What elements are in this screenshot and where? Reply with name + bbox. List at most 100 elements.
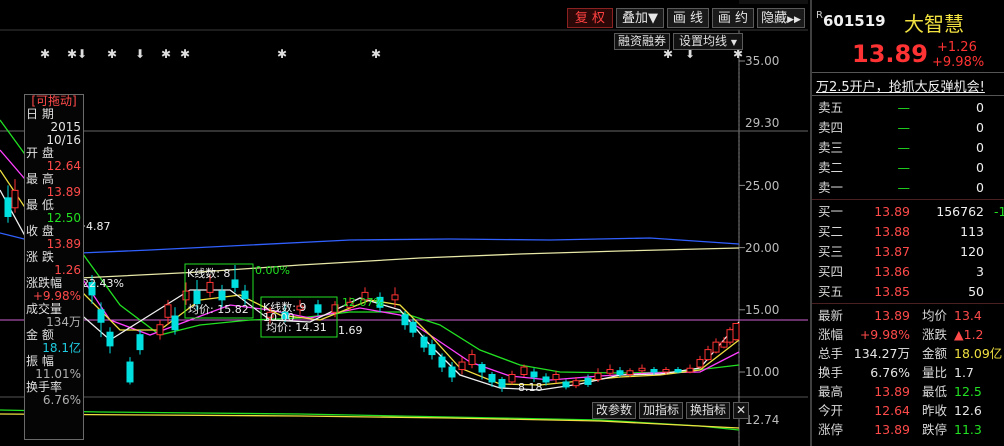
candle-body	[182, 290, 190, 301]
order-c2: 113	[960, 224, 984, 239]
stat-row: 最高 13.89 最低 12.5	[818, 383, 1004, 401]
overlay-button[interactable]: 叠加▼	[616, 8, 664, 28]
candle-body	[391, 294, 399, 301]
stat-field: 涨停	[818, 422, 844, 437]
modify-params-label: 改参数	[595, 403, 632, 417]
info-value: 6.76%	[42, 393, 81, 407]
fuquan-button[interactable]: 复 权	[567, 8, 613, 28]
divider	[812, 95, 1004, 96]
candle-body	[626, 370, 634, 375]
candle-body	[732, 322, 740, 341]
annotation-value: 4.87	[86, 220, 111, 233]
order-c1: 13.86	[874, 264, 910, 279]
order-c1: 13.85	[874, 284, 910, 299]
event-marker: ✱	[107, 47, 117, 61]
stat-row: 最新 13.89 均价 13.4	[818, 307, 1004, 325]
candle-body	[606, 369, 614, 374]
order-c1: 13.88	[874, 224, 910, 239]
ad-link[interactable]: 万2.5开户，抢抓大反弹机会!	[816, 76, 985, 95]
draw-line-button[interactable]: 画 线	[667, 8, 709, 28]
candle-body	[97, 309, 105, 323]
candle-body	[136, 334, 144, 351]
divider	[812, 303, 1004, 304]
info-items: 日 期 2015 10/16 开 盘 12.64 最 高 13.89 最 低 12.50 收 盘…	[25, 108, 83, 407]
candle-body	[674, 369, 682, 373]
stat-field: 昨收	[922, 403, 948, 418]
set-ma-label: 设置均线	[679, 34, 728, 48]
order-c1: —	[897, 180, 911, 195]
stat-row: 涨幅 +9.98% 涨跌 ▲1.2	[818, 326, 1004, 344]
order-row[interactable]: 卖五 — 0	[818, 99, 1004, 117]
candle-body	[584, 377, 592, 385]
quote-panel[interactable]: R 601519 大智慧 13.89 +1.26 +9.98% 万2.5开户，抢…	[810, 0, 1004, 446]
order-row[interactable]: 卖二 — 0	[818, 159, 1004, 177]
stat-field: 1.7	[954, 365, 974, 380]
price-tick: 29.30	[745, 116, 780, 130]
set-ma-button[interactable]: 设置均线 ▼	[673, 33, 743, 50]
order-lab: 买二	[818, 224, 844, 239]
candle-body	[401, 314, 409, 326]
stat-row: 换手 6.76% 量比 1.7	[818, 364, 1004, 382]
candle-body	[562, 381, 570, 388]
order-c2: 50	[968, 284, 984, 299]
candle-body	[438, 356, 446, 368]
order-row[interactable]: 卖四 — 0	[818, 119, 1004, 137]
switch-indicator-label: 换指标	[689, 403, 726, 417]
order-row[interactable]: 买五 13.85 50	[818, 283, 1004, 301]
order-c2: 3	[976, 264, 984, 279]
order-row[interactable]: 卖三 — 0	[818, 139, 1004, 157]
order-row[interactable]: 买二 13.88 113	[818, 223, 1004, 241]
order-row[interactable]: 买四 13.86 3	[818, 263, 1004, 281]
fuquan-label: 复 权	[574, 11, 606, 26]
price-tick: 10.00	[745, 365, 780, 379]
candle-body	[409, 321, 417, 333]
candle-body	[458, 361, 466, 371]
order-row[interactable]: 买一 13.89 156762 -1	[818, 203, 1004, 221]
order-lab: 卖二	[818, 160, 844, 175]
candle-body	[448, 366, 456, 378]
double-arrow-icon: ▶▶	[787, 15, 801, 25]
margin-trading-button[interactable]: 融资融券	[614, 33, 670, 50]
divider	[812, 199, 1004, 200]
order-c3: -1	[994, 204, 1004, 219]
candle-body	[542, 376, 550, 383]
switch-indicator-button[interactable]: 换指标	[686, 402, 730, 419]
close-indicator-button[interactable]: ✕	[733, 402, 749, 419]
stat-field: 涨幅	[818, 327, 844, 342]
price-tick: 12.74	[745, 413, 780, 427]
stat-field: 13.89	[874, 422, 910, 437]
order-row[interactable]: 卖一 — 0	[818, 179, 1004, 197]
annotation-value: 1.69	[338, 324, 363, 337]
stat-field: 12.64	[874, 403, 910, 418]
kline-chart[interactable]: ✱ ✱ ⬇ ✱ ⬇ ✱ ✱ ✱ ✱ ✱ ⬇ ✱	[0, 0, 808, 446]
current-price: 13.89	[852, 40, 928, 68]
candle-body	[508, 373, 516, 383]
draw-agreement-button[interactable]: 画 约	[712, 8, 754, 28]
event-marker: ✱	[371, 47, 381, 61]
order-lab: 卖一	[818, 180, 844, 195]
event-marker: ✱	[67, 47, 77, 61]
modify-params-button[interactable]: 改参数	[592, 402, 636, 419]
candle-body	[594, 372, 602, 380]
order-lab: 买四	[818, 264, 844, 279]
price-tick: 15.00	[745, 303, 780, 317]
order-c1: —	[897, 160, 911, 175]
stat-field: 13.89	[874, 384, 910, 399]
add-indicator-button[interactable]: 加指标	[639, 402, 683, 419]
draw-agreement-label: 画 约	[717, 11, 749, 26]
hide-button[interactable]: 隐藏▶▶	[757, 8, 805, 28]
kline-info-popup[interactable]: [可拖动] 日 期 2015 10/16 开 盘 12.64 最 高 13.89 最 低 12…	[24, 94, 84, 440]
candle-body	[712, 341, 720, 353]
hide-label: 隐藏	[761, 11, 788, 26]
candle-body	[572, 380, 580, 387]
event-marker: ✱	[161, 47, 171, 61]
candle-body	[520, 366, 528, 375]
stat-field: 均价	[922, 308, 948, 323]
order-row[interactable]: 买三 13.87 120	[818, 243, 1004, 261]
candle-body	[468, 354, 476, 366]
stat-field: 18.09亿	[954, 346, 1003, 361]
candle-body	[231, 279, 239, 288]
price-tick: 25.00	[745, 179, 780, 193]
candle-body	[686, 367, 694, 373]
order-lab: 卖五	[818, 100, 844, 115]
